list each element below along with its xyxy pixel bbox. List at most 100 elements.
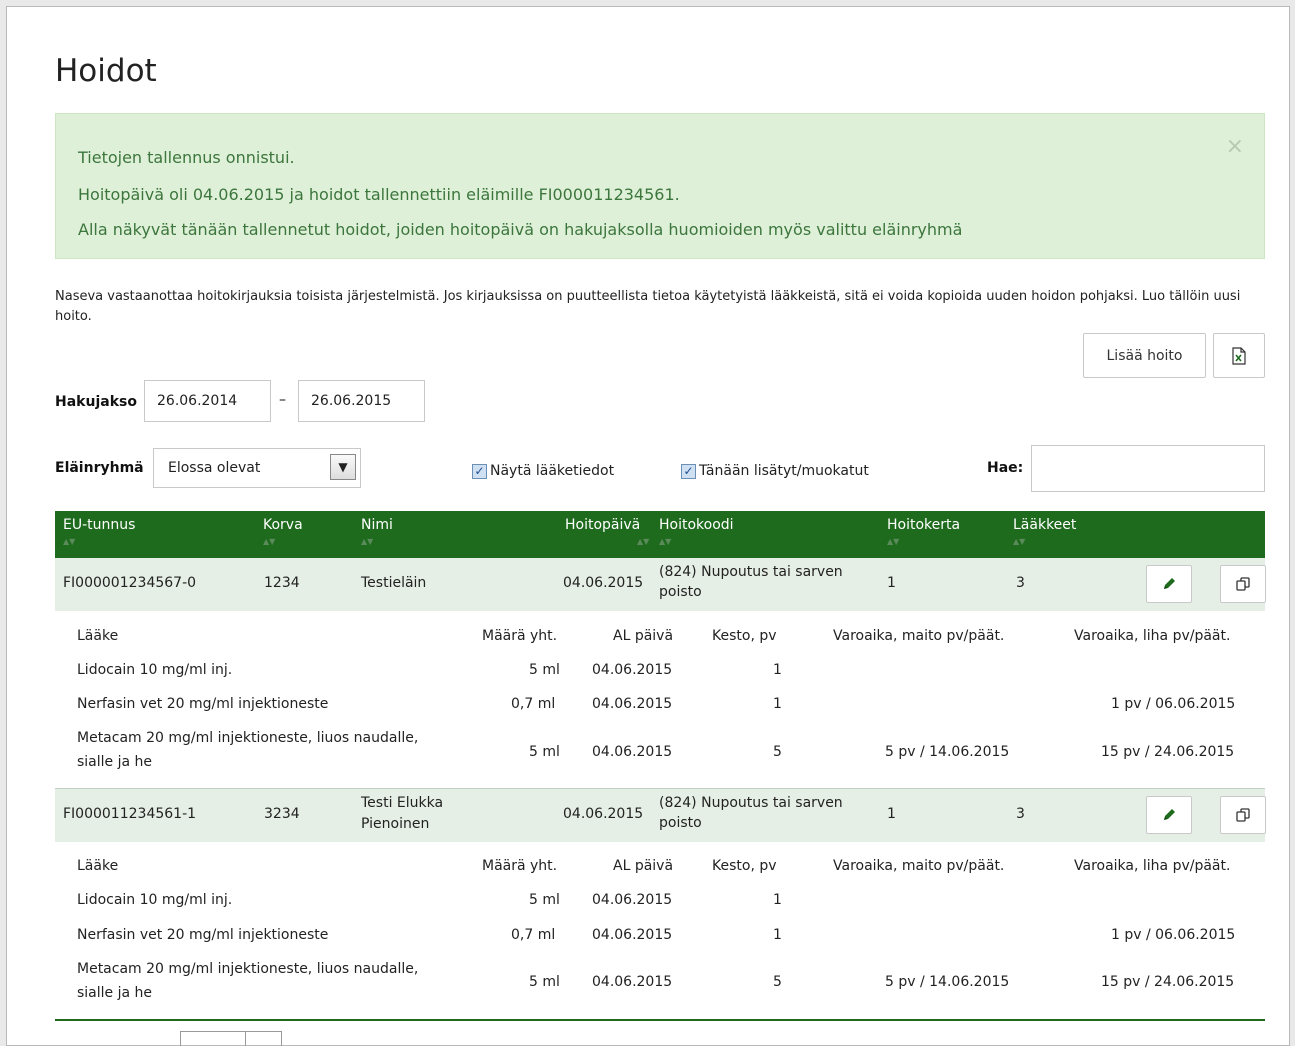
medicine-duration: 1 bbox=[773, 927, 782, 943]
cell-hoitokoodi-cont: poisto bbox=[659, 815, 702, 831]
medicine-duration: 1 bbox=[773, 892, 782, 908]
pencil-icon bbox=[1164, 578, 1175, 589]
cell-laakkeet: 3 bbox=[1016, 575, 1025, 591]
main-panel: Hoidot Tietojen tallennus onnistui. Hoit… bbox=[6, 6, 1290, 1046]
column-header-hoitokerta[interactable]: Hoitokerta bbox=[887, 517, 960, 533]
subheader-kesto: Kesto, pv bbox=[712, 628, 777, 644]
show-medicines-label: Näytä lääketiedot bbox=[490, 463, 615, 479]
edit-button[interactable] bbox=[1146, 796, 1192, 834]
medicine-amount: 0,7 ml bbox=[511, 927, 556, 943]
medicine-milk-withdrawal: 5 pv / 14.06.2015 bbox=[885, 974, 1010, 990]
column-header-nimi[interactable]: Nimi bbox=[361, 517, 393, 533]
cell-hoitokoodi: (824) Nupoutus tai sarven bbox=[659, 795, 843, 811]
subheader-kesto: Kesto, pv bbox=[712, 858, 777, 874]
today-modified-checkbox[interactable]: ✓ Tänään lisätyt/muokatut bbox=[681, 463, 869, 479]
excel-export-button[interactable] bbox=[1213, 333, 1265, 378]
alert-line-1: Tietojen tallennus onnistui. bbox=[78, 148, 295, 167]
medicine-amount: 5 ml bbox=[529, 744, 560, 760]
search-label: Hae: bbox=[987, 460, 1024, 476]
today-modified-label: Tänään lisätyt/muokatut bbox=[699, 463, 869, 479]
cell-nimi: Testi Elukka bbox=[361, 795, 444, 811]
sort-icon[interactable]: ▲▼ bbox=[659, 537, 671, 546]
copy-icon bbox=[1236, 577, 1250, 591]
close-icon[interactable]: × bbox=[1226, 134, 1244, 159]
medicine-name-cont: sialle ja he bbox=[77, 754, 153, 770]
sort-icon[interactable]: ▲▼ bbox=[63, 537, 75, 546]
table-header: EU-tunnus ▲▼ Korva ▲▼ Nimi ▲▼ Hoitopäivä… bbox=[55, 511, 1265, 558]
copy-button[interactable] bbox=[1220, 796, 1266, 834]
cell-nimi: Testieläin bbox=[361, 575, 427, 591]
excel-export-icon bbox=[1232, 346, 1246, 365]
medicine-amount: 5 ml bbox=[529, 662, 560, 678]
medicine-name: Nerfasin vet 20 mg/ml injektioneste bbox=[77, 696, 329, 712]
cell-laakkeet: 3 bbox=[1016, 806, 1025, 822]
medicine-amount: 5 ml bbox=[529, 974, 560, 990]
medicine-name: Metacam 20 mg/ml injektioneste, liuos na… bbox=[77, 730, 419, 746]
cell-eu: FI000011234561-1 bbox=[63, 806, 197, 822]
medicine-al-date: 04.06.2015 bbox=[592, 662, 673, 678]
copy-icon bbox=[1236, 808, 1250, 822]
checkbox-check-icon[interactable]: ✓ bbox=[681, 463, 696, 479]
animal-group-select[interactable]: Elossa olevat ▼ bbox=[153, 448, 361, 488]
sort-icon[interactable]: ▲▼ bbox=[637, 537, 649, 546]
medicine-name: Lidocain 10 mg/ml inj. bbox=[77, 662, 233, 678]
medicine-duration: 1 bbox=[773, 662, 782, 678]
cell-hoitokoodi-cont: poisto bbox=[659, 584, 702, 600]
checkbox-check-icon[interactable]: ✓ bbox=[472, 463, 487, 479]
search-input[interactable] bbox=[1031, 445, 1265, 492]
cell-nimi-cont: Pienoinen bbox=[361, 816, 430, 832]
animal-group-value: Elossa olevat bbox=[168, 460, 261, 476]
sort-icon[interactable]: ▲▼ bbox=[263, 537, 275, 546]
column-header-hoitopaiva[interactable]: Hoitopäivä bbox=[565, 517, 640, 533]
medicine-amount: 0,7 ml bbox=[511, 696, 556, 712]
info-text: Naseva vastaanottaa hoitokirjauksia tois… bbox=[55, 289, 1241, 324]
subheader-maara: Määrä yht. bbox=[482, 628, 558, 644]
cell-hoitokerta: 1 bbox=[887, 806, 896, 822]
medicine-name: Lidocain 10 mg/ml inj. bbox=[77, 892, 233, 908]
add-treatment-button[interactable]: Lisää hoito bbox=[1083, 333, 1206, 378]
period-label: Hakujakso bbox=[55, 394, 137, 410]
medicine-al-date: 04.06.2015 bbox=[592, 696, 673, 712]
table-row[interactable]: FI000001234567-0 1234 Testieläin 04.06.2… bbox=[55, 558, 1266, 611]
column-header-laakkeet[interactable]: Lääkkeet bbox=[1013, 517, 1076, 533]
period-start-input[interactable]: 26.06.2014 bbox=[144, 380, 271, 422]
cell-korva: 3234 bbox=[264, 806, 300, 822]
medicine-name: Nerfasin vet 20 mg/ml injektioneste bbox=[77, 927, 329, 943]
chevron-down-icon[interactable]: ▼ bbox=[330, 454, 356, 480]
subheader-maito: Varoaika, maito pv/päät. bbox=[833, 628, 1005, 644]
column-header-hoitokoodi[interactable]: Hoitokoodi bbox=[659, 517, 734, 533]
column-header-korva[interactable]: Korva bbox=[263, 517, 303, 533]
sort-icon[interactable]: ▲▼ bbox=[361, 537, 373, 546]
cell-korva: 1234 bbox=[264, 575, 300, 591]
medicine-meat-withdrawal: 15 pv / 24.06.2015 bbox=[1101, 744, 1235, 760]
table-bottom-border bbox=[55, 1019, 1265, 1021]
medicine-name: Metacam 20 mg/ml injektioneste, liuos na… bbox=[77, 961, 419, 977]
period-separator: – bbox=[279, 392, 286, 408]
subheader-maito: Varoaika, maito pv/päät. bbox=[833, 858, 1005, 874]
cell-hoitokerta: 1 bbox=[887, 575, 896, 591]
column-header-eu[interactable]: EU-tunnus bbox=[63, 517, 135, 533]
medicine-al-date: 04.06.2015 bbox=[592, 974, 673, 990]
sort-icon[interactable]: ▲▼ bbox=[1013, 537, 1025, 546]
medicine-meat-withdrawal: 1 pv / 06.06.2015 bbox=[1111, 927, 1236, 943]
period-end-input[interactable]: 26.06.2015 bbox=[298, 380, 425, 422]
sort-icon[interactable]: ▲▼ bbox=[887, 537, 899, 546]
medicine-duration: 5 bbox=[773, 744, 782, 760]
copy-button[interactable] bbox=[1220, 565, 1266, 603]
show-medicines-checkbox[interactable]: ✓ Näytä lääketiedot bbox=[472, 463, 614, 479]
subheader-al-paiva: AL päivä bbox=[613, 628, 674, 644]
alert-line-2: Hoitopäivä oli 04.06.2015 ja hoidot tall… bbox=[78, 185, 680, 204]
subheader-laake: Lääke bbox=[77, 628, 119, 644]
medicine-duration: 1 bbox=[773, 696, 782, 712]
table-row[interactable]: FI000011234561-1 3234 Testi Elukka Pieno… bbox=[55, 788, 1266, 842]
subheader-liha: Varoaika, liha pv/päät. bbox=[1074, 858, 1231, 874]
cell-hoitopaiva: 04.06.2015 bbox=[563, 575, 644, 591]
medicine-amount: 5 ml bbox=[529, 892, 560, 908]
edit-button[interactable] bbox=[1146, 565, 1192, 603]
medicine-milk-withdrawal: 5 pv / 14.06.2015 bbox=[885, 744, 1010, 760]
page-size-select[interactable] bbox=[180, 1031, 282, 1046]
medicine-al-date: 04.06.2015 bbox=[592, 927, 673, 943]
subheader-liha: Varoaika, liha pv/päät. bbox=[1074, 628, 1231, 644]
medicine-al-date: 04.06.2015 bbox=[592, 892, 673, 908]
animal-group-label: Eläinryhmä bbox=[55, 460, 144, 476]
